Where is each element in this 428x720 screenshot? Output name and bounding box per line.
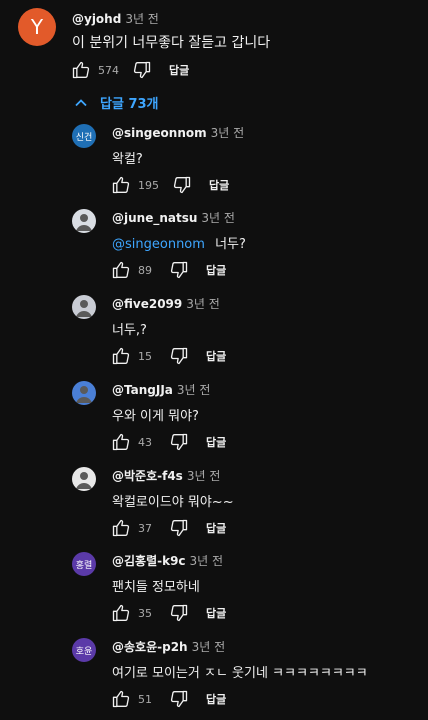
reply-time[interactable]: 3년 전 <box>201 211 235 225</box>
reply-time[interactable]: 3년 전 <box>186 297 220 311</box>
reply-text: 왁컬? <box>112 148 143 167</box>
comment-header: @yjohd 3년 전 <box>72 10 159 27</box>
reply-header: @박준호-f4s 3년 전 <box>112 467 220 484</box>
dislike-icon[interactable] <box>168 431 190 453</box>
reply-comment: @박준호-f4s 3년 전 왁컬로이드야 뭐야~~ 37 답글 <box>0 461 428 545</box>
avatar[interactable] <box>72 295 96 319</box>
like-icon[interactable] <box>70 59 92 81</box>
avatar[interactable] <box>72 467 96 491</box>
reply-comment: @five2099 3년 전 너두,? 15 답글 <box>0 289 428 373</box>
reply-author[interactable]: @five2099 <box>112 297 182 311</box>
dislike-icon[interactable] <box>168 602 190 624</box>
like-icon[interactable] <box>110 345 132 367</box>
like-icon[interactable] <box>110 259 132 281</box>
reply-body: 너두? <box>215 237 246 252</box>
mention-link[interactable]: @singeonnom <box>112 237 205 252</box>
like-count: 37 <box>138 521 152 535</box>
avatar[interactable]: 홍렬 <box>72 552 96 576</box>
like-icon[interactable] <box>110 517 132 539</box>
like-count: 574 <box>98 63 119 77</box>
reply-header: @singeonnom 3년 전 <box>112 124 244 141</box>
reply-text: 여기로 모이는거 ㅈㄴ 웃기네 ㅋㅋㅋㅋㅋㅋㅋㅋ <box>112 662 368 681</box>
reply-button[interactable]: 답글 <box>206 605 226 621</box>
reply-time[interactable]: 3년 전 <box>211 126 245 140</box>
dislike-icon[interactable] <box>168 345 190 367</box>
like-count: 195 <box>138 178 159 192</box>
like-count: 15 <box>138 349 152 363</box>
reply-actions: 89 답글 <box>110 259 226 281</box>
chevron-up-icon <box>74 96 88 110</box>
reply-comment: 홍렬 @김홍렬-k9c 3년 전 팬치들 정모하네 35 답글 <box>0 546 428 630</box>
reply-button[interactable]: 답글 <box>206 262 226 278</box>
replies-count-label: 답글 73개 <box>100 97 159 112</box>
reply-text: 팬치들 정모하네 <box>112 576 200 595</box>
reply-author[interactable]: @TangJJa <box>112 383 173 397</box>
reply-time[interactable]: 3년 전 <box>177 383 211 397</box>
avatar[interactable]: Y <box>18 8 56 46</box>
replies-toggle-button[interactable]: 답글 73개 <box>74 93 159 112</box>
like-icon[interactable] <box>110 602 132 624</box>
reply-actions: 15 답글 <box>110 345 226 367</box>
reply-author[interactable]: @june_natsu <box>112 211 197 225</box>
reply-body: 팬치들 정모하네 <box>112 580 200 595</box>
reply-actions: 35 답글 <box>110 602 226 624</box>
reply-header: @five2099 3년 전 <box>112 295 220 312</box>
dislike-icon[interactable] <box>168 517 190 539</box>
reply-time[interactable]: 3년 전 <box>187 469 221 483</box>
like-count: 51 <box>138 692 152 706</box>
dislike-icon[interactable] <box>168 688 190 710</box>
comment-text: 이 분위기 너무좋다 잘듣고 갑니다 <box>72 35 271 51</box>
reply-header: @김홍렬-k9c 3년 전 <box>112 552 223 569</box>
reply-text: 우와 이게 뭐야? <box>112 405 199 424</box>
reply-actions: 43 답글 <box>110 431 226 453</box>
reply-actions: 37 답글 <box>110 517 226 539</box>
dislike-icon[interactable] <box>168 259 190 281</box>
avatar[interactable] <box>72 209 96 233</box>
comment-actions: 574 답글 <box>70 59 189 81</box>
reply-text: 왁컬로이드야 뭐야~~ <box>112 491 234 510</box>
reply-body: 왁컬로이드야 뭐야~~ <box>112 495 234 510</box>
main-comment: Y @yjohd 3년 전 이 분위기 너무좋다 잘듣고 갑니다 574 답글 <box>0 0 428 90</box>
like-icon[interactable] <box>110 688 132 710</box>
reply-actions: 195 답글 <box>110 174 229 196</box>
reply-button[interactable]: 답글 <box>206 691 226 707</box>
reply-comment: 신건 @singeonnom 3년 전 왁컬? 195 답글 <box>0 118 428 202</box>
reply-comment: @june_natsu 3년 전 @singeonnom 너두? 89 답글 <box>0 203 428 287</box>
reply-author[interactable]: @송호윤-p2h <box>112 640 188 654</box>
reply-text: @singeonnom 너두? <box>112 233 246 252</box>
like-count: 89 <box>138 263 152 277</box>
reply-body: 우와 이게 뭐야? <box>112 409 199 424</box>
reply-button[interactable]: 답글 <box>206 434 226 450</box>
like-count: 35 <box>138 606 152 620</box>
reply-button[interactable]: 답글 <box>209 177 229 193</box>
comment-author[interactable]: @yjohd <box>72 12 121 26</box>
reply-time[interactable]: 3년 전 <box>192 640 226 654</box>
reply-body: 왁컬? <box>112 152 143 167</box>
avatar[interactable]: 신건 <box>72 124 96 148</box>
reply-author[interactable]: @singeonnom <box>112 126 207 140</box>
reply-button[interactable]: 답글 <box>206 348 226 364</box>
avatar[interactable] <box>72 381 96 405</box>
comment-time[interactable]: 3년 전 <box>125 12 159 26</box>
like-count: 43 <box>138 435 152 449</box>
reply-header: @TangJJa 3년 전 <box>112 381 210 398</box>
reply-author[interactable]: @김홍렬-k9c <box>112 554 186 568</box>
reply-header: @june_natsu 3년 전 <box>112 209 235 226</box>
like-icon[interactable] <box>110 431 132 453</box>
reply-button[interactable]: 답글 <box>169 62 189 78</box>
reply-comment: @TangJJa 3년 전 우와 이게 뭐야? 43 답글 <box>0 375 428 459</box>
reply-button[interactable]: 답글 <box>206 520 226 536</box>
reply-comment: 호윤 @송호윤-p2h 3년 전 여기로 모이는거 ㅈㄴ 웃기네 ㅋㅋㅋㅋㅋㅋㅋㅋ… <box>0 632 428 716</box>
reply-body: 너두,? <box>112 323 147 338</box>
dislike-icon[interactable] <box>131 59 153 81</box>
reply-actions: 51 답글 <box>110 688 226 710</box>
reply-body: 여기로 모이는거 ㅈㄴ 웃기네 ㅋㅋㅋㅋㅋㅋㅋㅋ <box>112 666 368 681</box>
dislike-icon[interactable] <box>171 174 193 196</box>
reply-time[interactable]: 3년 전 <box>190 554 224 568</box>
like-icon[interactable] <box>110 174 132 196</box>
reply-text: 너두,? <box>112 319 147 338</box>
reply-author[interactable]: @박준호-f4s <box>112 469 183 483</box>
reply-header: @송호윤-p2h 3년 전 <box>112 638 225 655</box>
avatar[interactable]: 호윤 <box>72 638 96 662</box>
